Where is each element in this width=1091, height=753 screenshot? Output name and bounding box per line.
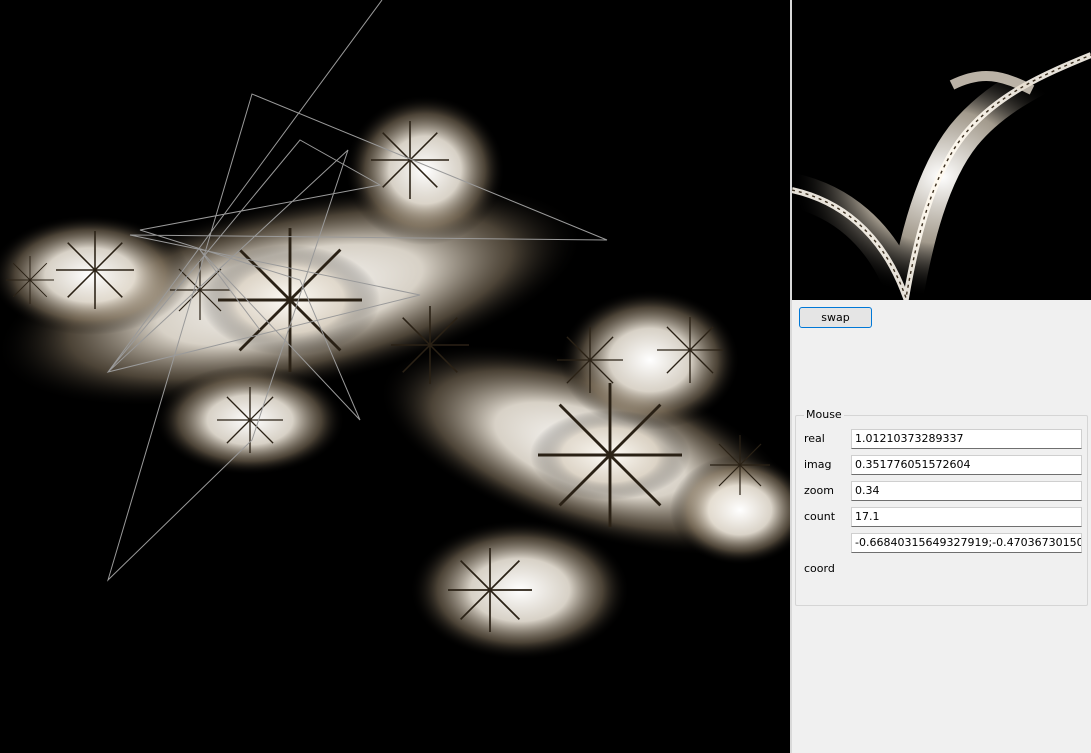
fractal-canvas[interactable] [0, 0, 790, 753]
mouse-group-title: Mouse [804, 408, 844, 421]
preview-image [792, 0, 1091, 300]
coord-label: coord [804, 562, 835, 575]
real-label: real [804, 432, 825, 445]
count-label: count [804, 510, 836, 523]
coordinate-pair-field[interactable]: -0.66840315649327919;-0.4703673015042757 [851, 533, 1082, 553]
zoom-field[interactable]: 0.34 [851, 481, 1082, 501]
real-field[interactable]: 1.01210373289337 [851, 429, 1082, 449]
fractal-image [0, 0, 790, 753]
control-panel: swap Mouse real 1.01210373289337 imag 0.… [792, 300, 1091, 753]
preview-canvas[interactable] [792, 0, 1091, 300]
swap-button-label: swap [821, 311, 850, 324]
zoom-label: zoom [804, 484, 834, 497]
mouse-groupbox: Mouse real 1.01210373289337 imag 0.35177… [795, 408, 1088, 606]
imag-field[interactable]: 0.351776051572604 [851, 455, 1082, 475]
count-field[interactable]: 17.1 [851, 507, 1082, 527]
imag-label: imag [804, 458, 832, 471]
swap-button[interactable]: swap [799, 307, 872, 328]
